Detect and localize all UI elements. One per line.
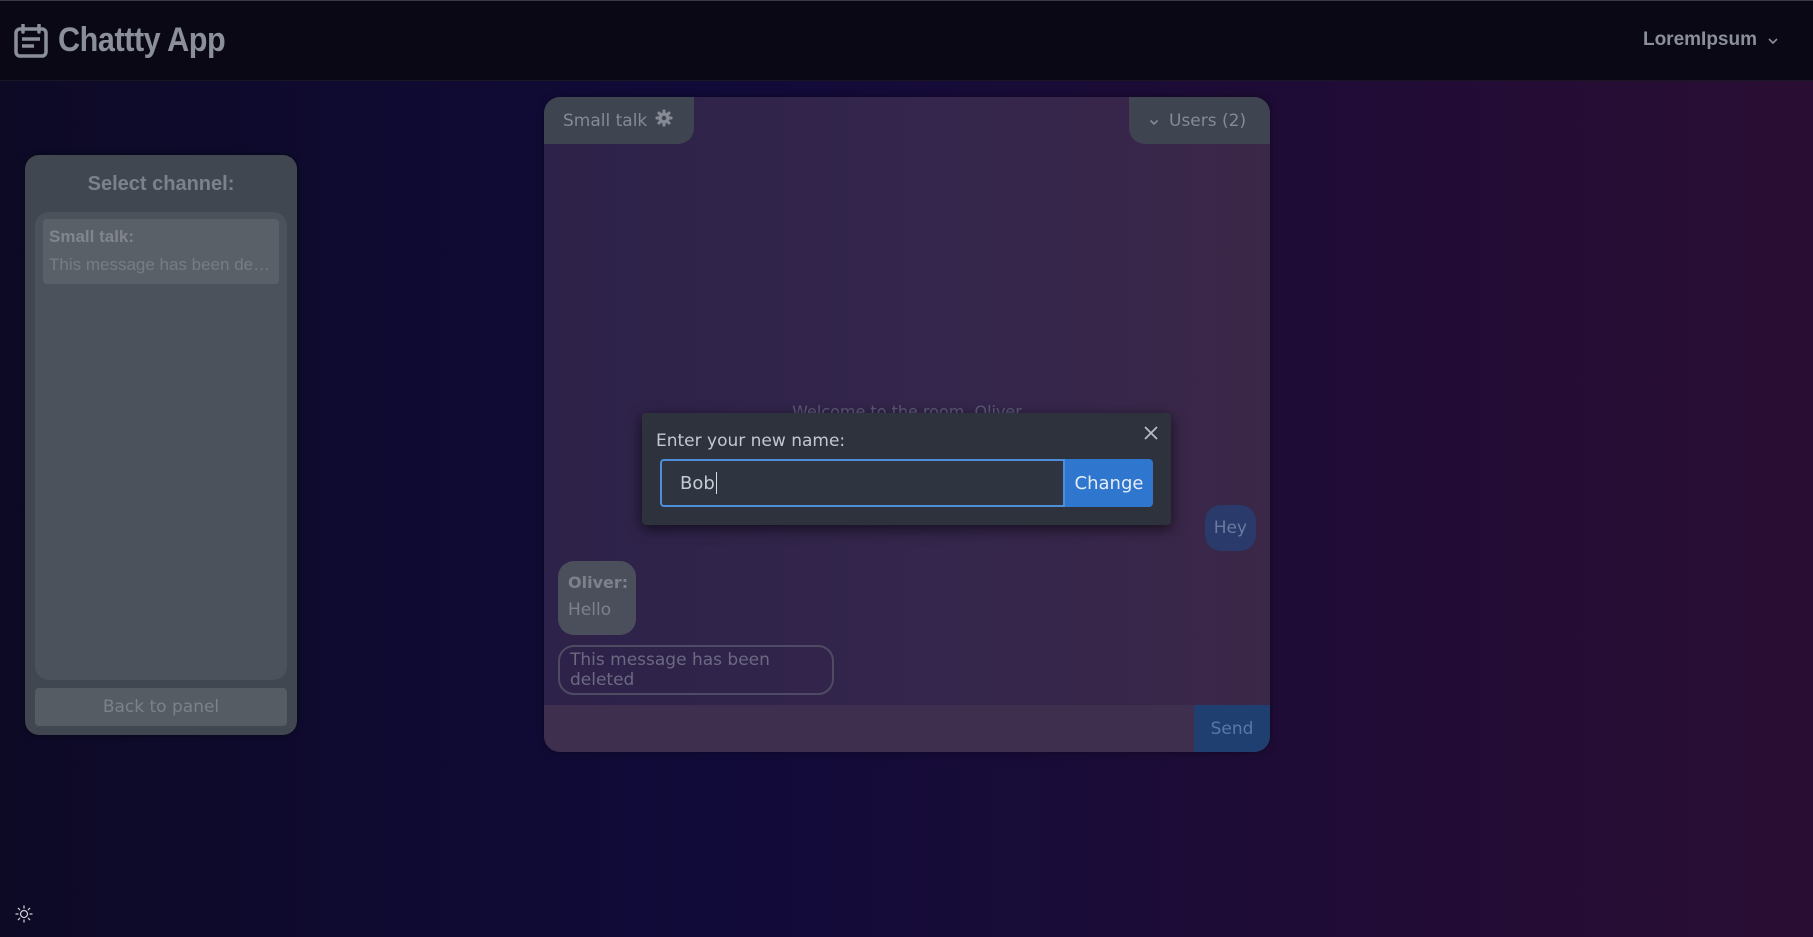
app-header: Chattty App LoremIpsum: [0, 0, 1813, 81]
user-name: LoremIpsum: [1642, 29, 1757, 50]
text-caret: [715, 472, 717, 494]
calendar-note-icon: [14, 23, 48, 58]
room-name: Small talk: [563, 110, 648, 131]
brand-name: Chattty App: [58, 21, 226, 59]
chevron-down-icon: [1149, 111, 1159, 131]
chevron-down-icon: [1767, 29, 1779, 51]
room-settings-tab[interactable]: Small talk: [544, 97, 694, 144]
new-name-input[interactable]: Bob: [660, 459, 1065, 507]
send-button[interactable]: Send: [1194, 705, 1270, 752]
channel-item-preview: This message has been deleted: [49, 255, 273, 274]
message-text: Hey: [1213, 518, 1247, 538]
channel-item-small-talk[interactable]: Small talk: This message has been delete…: [43, 219, 279, 284]
message-input[interactable]: [544, 705, 1194, 752]
users-toggle[interactable]: Users (2): [1129, 97, 1270, 144]
brand[interactable]: Chattty App: [14, 21, 244, 60]
gear-icon[interactable]: [655, 109, 673, 132]
users-count-label: Users (2): [1169, 110, 1247, 131]
channel-list: Small talk: This message has been delete…: [35, 212, 287, 680]
rename-label: Enter your new name:: [656, 431, 846, 451]
back-to-panel-button[interactable]: Back to panel: [35, 688, 287, 726]
new-name-value: Bob: [680, 472, 715, 494]
change-name-button[interactable]: Change: [1065, 459, 1153, 507]
close-icon[interactable]: [1141, 423, 1161, 443]
user-menu[interactable]: LoremIpsum: [1643, 29, 1779, 51]
message-bubble-other: Oliver: Hello: [558, 561, 636, 635]
message-bubble-deleted: This message has been deleted: [558, 645, 834, 695]
sun-icon[interactable]: [15, 905, 33, 923]
channel-panel: Select channel: Small talk: This message…: [25, 155, 297, 735]
channel-panel-title: Select channel:: [87, 173, 235, 195]
message-text: Hello: [568, 600, 612, 620]
message-text: This message has been deleted: [570, 650, 770, 690]
message-composer: Send: [544, 705, 1270, 752]
rename-modal: Enter your new name: Bob Change: [642, 413, 1171, 525]
channel-item-name: Small talk:: [49, 227, 135, 246]
message-author: Oliver:: [568, 573, 629, 592]
message-bubble-mine: Hey: [1204, 505, 1256, 551]
